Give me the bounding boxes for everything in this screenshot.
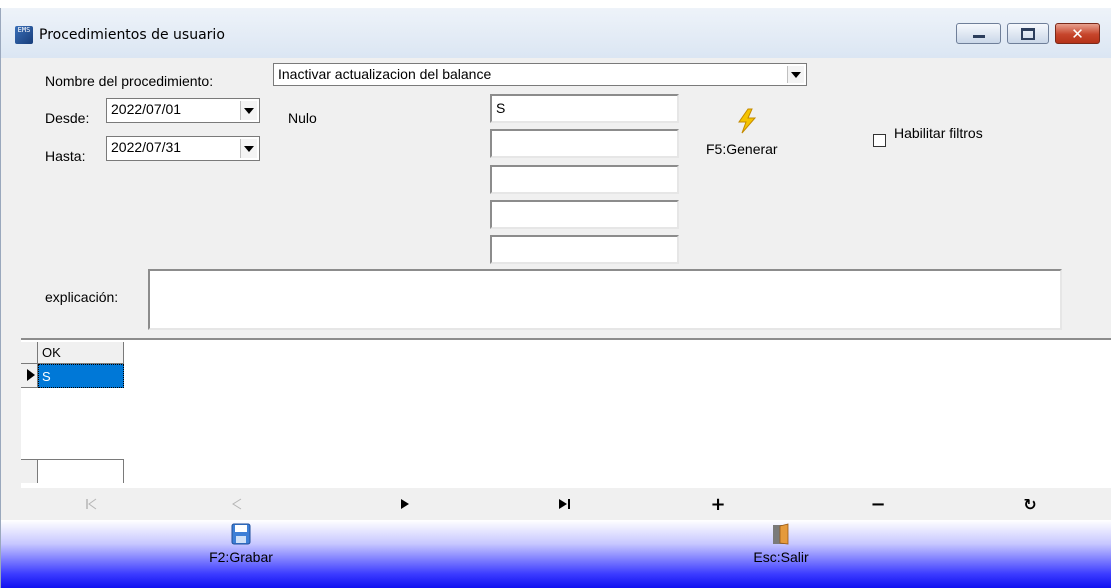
current-row-icon [27, 369, 35, 381]
param-field-1[interactable]: S [490, 94, 679, 123]
hasta-date-value: 2022/07/31 [111, 139, 182, 155]
enable-filters-label[interactable]: Habilitar filtros [894, 125, 983, 141]
last-record-icon [559, 499, 570, 509]
save-button[interactable]: F2:Grabar [196, 520, 286, 588]
grid-cell-ok[interactable]: S [38, 364, 124, 388]
column-header-ok[interactable]: OK [38, 342, 124, 364]
refresh-button[interactable]: ↻ [1021, 494, 1039, 514]
db-navigator: + − ↻ [21, 488, 1111, 520]
nulo-label: Nulo [288, 110, 317, 126]
next-record-button[interactable] [396, 496, 414, 512]
desde-label: Desde: [45, 110, 90, 126]
generate-label: F5:Generar [706, 141, 778, 157]
param-field-4[interactable] [490, 200, 679, 229]
new-row-cell[interactable] [38, 459, 124, 483]
prior-record-button[interactable] [228, 496, 246, 512]
title-bar[interactable]: EMS Procedimientos de usuario ✕ [1, 8, 1111, 58]
maximize-icon [1021, 27, 1035, 40]
maximize-button[interactable] [1007, 23, 1049, 44]
param-value: S [496, 100, 506, 116]
first-record-button[interactable] [83, 496, 101, 512]
procedure-select[interactable]: Inactivar actualizacion del balance [273, 63, 807, 86]
desde-date-value: 2022/07/01 [111, 101, 182, 117]
delete-record-button[interactable]: − [869, 493, 887, 515]
hasta-date-picker[interactable]: 2022/07/31 [106, 136, 260, 161]
first-record-icon [86, 498, 97, 510]
procedure-select-value: Inactivar actualizacion del balance [278, 66, 492, 82]
data-grid[interactable]: OK S [21, 338, 1111, 488]
close-icon: ✕ [1071, 24, 1084, 43]
procedure-name-label: Nombre del procedimiento: [45, 73, 214, 89]
grid-corner [21, 342, 38, 364]
chevron-down-icon[interactable] [787, 66, 804, 83]
param-field-5[interactable] [490, 235, 679, 264]
desde-date-picker[interactable]: 2022/07/01 [106, 98, 260, 123]
prior-record-icon [232, 498, 242, 510]
chevron-down-icon[interactable] [240, 139, 257, 158]
hasta-label: Hasta: [45, 148, 86, 164]
lightning-icon [738, 108, 757, 134]
row-indicator[interactable] [21, 364, 38, 388]
refresh-icon: ↻ [1023, 494, 1037, 514]
last-record-button[interactable] [556, 496, 574, 512]
minus-icon: − [870, 493, 886, 515]
param-field-2[interactable] [490, 129, 679, 158]
door-exit-icon [773, 523, 789, 545]
new-row-indicator [21, 459, 38, 483]
exit-label: Esc:Salir [753, 549, 809, 565]
chevron-down-icon[interactable] [240, 101, 257, 120]
minimize-icon [972, 35, 985, 38]
explanation-label: explicación: [45, 289, 119, 305]
insert-record-button[interactable]: + [709, 493, 727, 515]
close-button[interactable]: ✕ [1055, 23, 1100, 44]
param-field-3[interactable] [490, 165, 679, 194]
save-label: F2:Grabar [209, 549, 273, 565]
bottom-action-bar: F2:Grabar Esc:Salir [1, 520, 1111, 588]
next-record-icon [401, 499, 409, 509]
explanation-field[interactable] [148, 269, 1062, 330]
minimize-button[interactable] [956, 23, 1001, 44]
floppy-disk-icon [231, 523, 251, 545]
main-window: EMS Procedimientos de usuario ✕ Nombre d… [0, 8, 1111, 588]
generate-button[interactable]: F5:Generar [701, 106, 797, 166]
app-icon[interactable]: EMS [15, 26, 33, 44]
exit-button[interactable]: Esc:Salir [736, 520, 826, 588]
window-title: Procedimientos de usuario [39, 27, 225, 43]
enable-filters-checkbox[interactable] [873, 134, 886, 147]
plus-icon: + [710, 493, 726, 515]
